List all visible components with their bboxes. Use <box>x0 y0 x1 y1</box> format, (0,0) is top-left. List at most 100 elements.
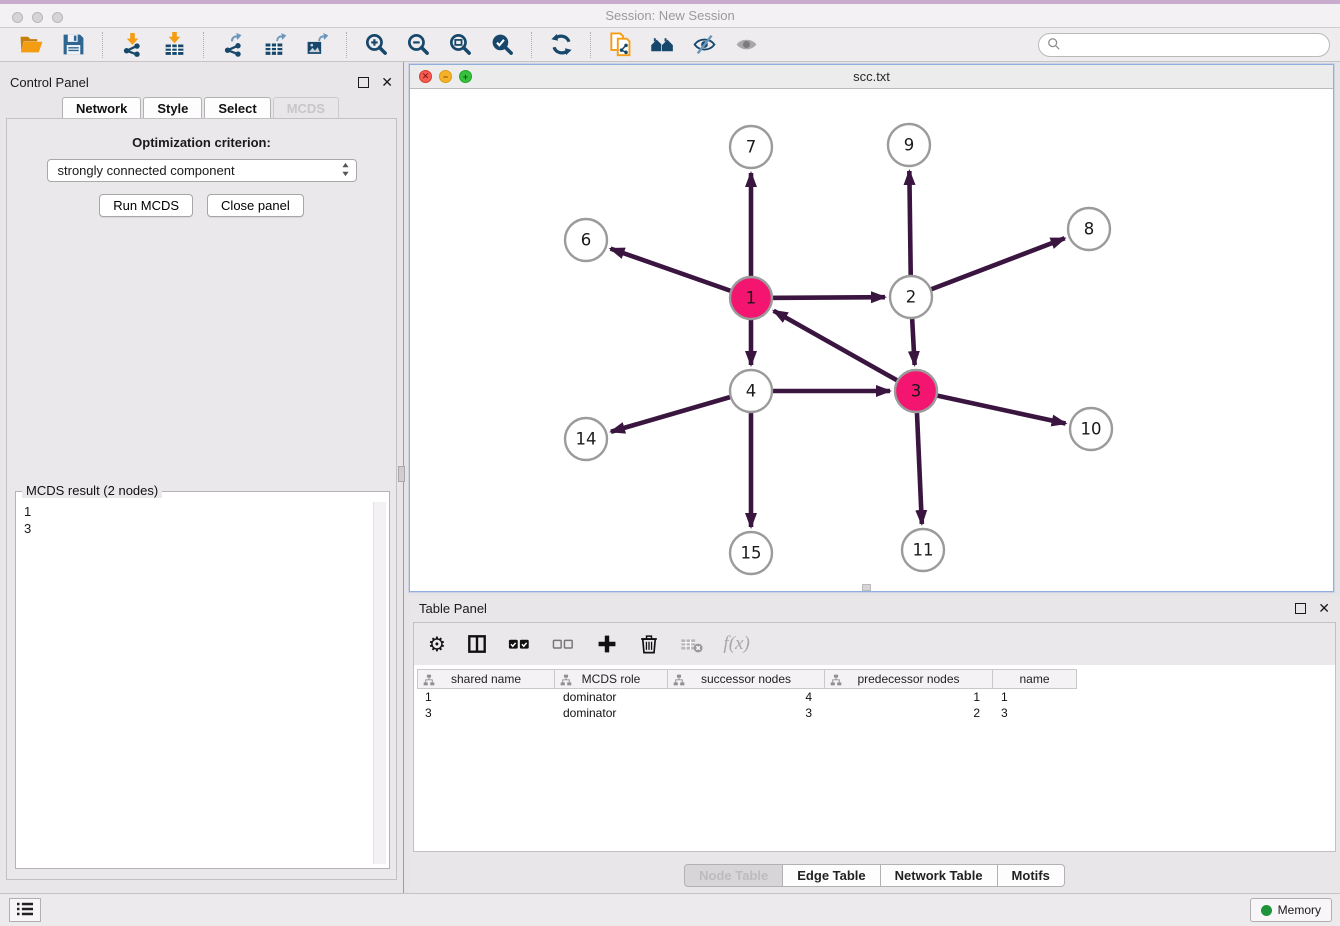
cell-successor-nodes[interactable]: 3 <box>668 706 825 720</box>
close-panel-button[interactable]: Close panel <box>207 194 304 217</box>
close-panel-icon[interactable]: ✕ <box>381 77 393 88</box>
delete-column-button[interactable] <box>638 631 660 657</box>
cell-shared-name[interactable]: 3 <box>417 706 555 720</box>
column-header-predecessor-nodes[interactable]: predecessor nodes <box>825 669 993 689</box>
table-row[interactable]: 3dominator323 <box>417 705 1335 721</box>
cell-shared-name[interactable]: 1 <box>417 690 555 704</box>
node-10[interactable]: 10 <box>1070 408 1112 450</box>
column-view-button[interactable] <box>466 631 488 657</box>
table-panel-body: ⚙f(x) shared nameMCDS rolesuccessor node… <box>413 622 1336 852</box>
float-panel-icon[interactable] <box>358 77 369 88</box>
first-neighbors-button[interactable] <box>647 31 677 59</box>
column-header-successor-nodes[interactable]: successor nodes <box>668 669 825 689</box>
toolbar-separator <box>346 32 347 58</box>
zoom-out-button[interactable] <box>403 31 433 59</box>
memory-button[interactable]: Memory <box>1250 898 1332 922</box>
mcds-result-scrollbar[interactable] <box>373 502 386 864</box>
save-session-button[interactable] <box>58 31 88 59</box>
task-history-button[interactable] <box>9 898 41 922</box>
tab-style[interactable]: Style <box>143 97 202 119</box>
add-column-button[interactable] <box>596 631 618 657</box>
refresh-button[interactable] <box>546 31 576 59</box>
svg-text:7: 7 <box>746 138 757 157</box>
run-mcds-button[interactable]: Run MCDS <box>99 194 193 217</box>
node-3[interactable]: 3 <box>895 370 937 412</box>
cell-predecessor-nodes[interactable]: 1 <box>825 690 993 704</box>
network-zoom-button[interactable]: + <box>459 70 472 83</box>
column-header-shared-name[interactable]: shared name <box>417 669 555 689</box>
mcds-result-text[interactable]: 1 3 <box>20 502 371 864</box>
edge-3-1[interactable] <box>774 311 916 391</box>
search-input[interactable] <box>1066 36 1329 54</box>
network-minimize-button[interactable]: − <box>439 70 452 83</box>
edge-2-8[interactable] <box>911 238 1065 297</box>
show-all-button[interactable] <box>731 31 761 59</box>
network-close-button[interactable]: ✕ <box>419 70 432 83</box>
node-1[interactable]: 1 <box>730 277 772 319</box>
panel-splitter-handle[interactable] <box>398 466 405 482</box>
tab-node-table[interactable]: Node Table <box>684 864 783 887</box>
close-window-button[interactable] <box>12 12 23 23</box>
cell-name[interactable]: 3 <box>993 706 1077 720</box>
table-close-panel-icon[interactable]: ✕ <box>1318 603 1330 614</box>
import-table-button[interactable] <box>159 31 189 59</box>
mcds-result-box: MCDS result (2 nodes) 1 3 <box>15 491 390 869</box>
node-4[interactable]: 4 <box>730 370 772 412</box>
column-label: successor nodes <box>701 672 791 686</box>
node-9[interactable]: 9 <box>888 124 930 166</box>
select-all-rows-button[interactable] <box>508 631 532 657</box>
node-7[interactable]: 7 <box>730 126 772 168</box>
tab-motifs[interactable]: Motifs <box>998 864 1065 887</box>
cell-MCDS-role[interactable]: dominator <box>555 706 668 720</box>
eye-icon <box>734 32 759 57</box>
node-8[interactable]: 8 <box>1068 208 1110 250</box>
cell-name[interactable]: 1 <box>993 690 1077 704</box>
column-header-MCDS-role[interactable]: MCDS role <box>555 669 668 689</box>
table-float-panel-icon[interactable] <box>1295 603 1306 614</box>
tab-edge-table[interactable]: Edge Table <box>783 864 880 887</box>
node-2[interactable]: 2 <box>890 276 932 318</box>
column-header-name[interactable]: name <box>993 669 1077 689</box>
node-14[interactable]: 14 <box>565 418 607 460</box>
export-image-button[interactable] <box>302 31 332 59</box>
hierarchy-icon <box>830 674 842 689</box>
hide-selected-button[interactable] <box>689 31 719 59</box>
column-label: shared name <box>451 672 521 686</box>
tab-select[interactable]: Select <box>204 97 270 119</box>
tab-network[interactable]: Network <box>62 97 141 119</box>
edge-1-6[interactable] <box>611 249 751 298</box>
network-canvas[interactable]: 1 2 3 4 6 7 8 9 10 11 14 15 <box>410 89 1333 591</box>
open-session-button[interactable] <box>16 31 46 59</box>
cell-MCDS-role[interactable]: dominator <box>555 690 668 704</box>
network-graph: 1 2 3 4 6 7 8 9 10 11 14 15 <box>410 89 1333 591</box>
zoom-in-icon <box>364 32 389 57</box>
export-table-button[interactable] <box>260 31 290 59</box>
node-6[interactable]: 6 <box>565 219 607 261</box>
deselect-all-rows-button[interactable] <box>552 631 576 657</box>
search-box[interactable] <box>1038 33 1330 57</box>
cell-successor-nodes[interactable]: 4 <box>668 690 825 704</box>
zoom-fit-button[interactable] <box>445 31 475 59</box>
zoom-in-button[interactable] <box>361 31 391 59</box>
columns-icon <box>466 633 488 655</box>
import-network-button[interactable] <box>117 31 147 59</box>
clone-network-button[interactable] <box>605 31 635 59</box>
edge-3-10[interactable] <box>916 391 1066 423</box>
zoom-fit-icon <box>448 32 473 57</box>
zoom-window-button[interactable] <box>52 12 63 23</box>
tab-mcds[interactable]: MCDS <box>273 97 339 119</box>
tab-network-table[interactable]: Network Table <box>881 864 998 887</box>
criterion-select[interactable]: strongly connected component <box>47 159 357 182</box>
canvas-splitter-handle[interactable] <box>862 584 871 591</box>
table-row[interactable]: 1dominator411 <box>417 689 1335 705</box>
table-settings-button[interactable]: ⚙ <box>428 631 446 657</box>
column-label: name <box>1019 672 1049 686</box>
zoom-selected-button[interactable] <box>487 31 517 59</box>
export-network-button[interactable] <box>218 31 248 59</box>
eye-slash-icon <box>692 32 717 57</box>
cell-predecessor-nodes[interactable]: 2 <box>825 706 993 720</box>
minimize-window-button[interactable] <box>32 12 43 23</box>
node-15[interactable]: 15 <box>730 532 772 574</box>
window-controls[interactable] <box>12 12 63 23</box>
node-11[interactable]: 11 <box>902 529 944 571</box>
